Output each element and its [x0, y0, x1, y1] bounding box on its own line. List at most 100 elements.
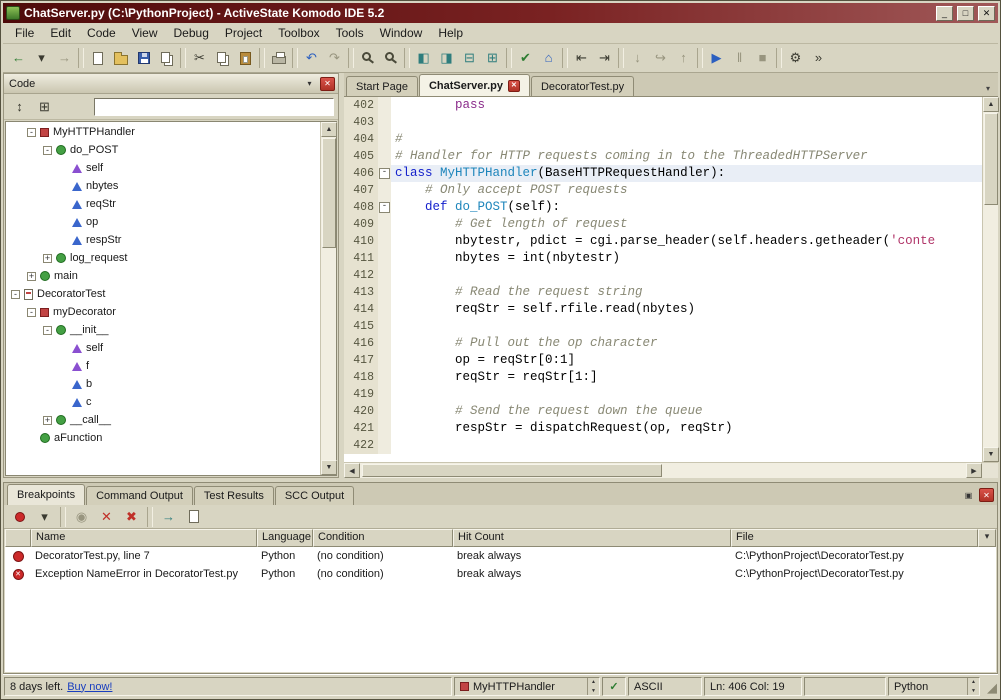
tree-item[interactable]: aFunction	[6, 429, 320, 447]
fold-margin[interactable]	[378, 114, 391, 131]
code-text[interactable]: # Handler for HTTP requests coming in to…	[391, 148, 982, 165]
spin-down-icon[interactable]: ▼	[968, 687, 979, 696]
column-header-condition[interactable]: Condition	[313, 529, 453, 547]
scope-selector[interactable]: MyHTTPHandler ▲ ▼	[454, 677, 600, 696]
code-text[interactable]: # Pull out the op character	[391, 335, 982, 352]
back-menu-button[interactable]: ▾	[30, 47, 53, 69]
undo-button[interactable]: ↶	[300, 47, 323, 69]
line-number[interactable]: 422	[344, 437, 378, 454]
line-number[interactable]: 404	[344, 131, 378, 148]
column-header-hit-count[interactable]: Hit Count	[453, 529, 731, 547]
toolbox-button[interactable]: ⚙	[784, 47, 807, 69]
line-number[interactable]: 419	[344, 386, 378, 403]
fold-margin[interactable]	[378, 182, 391, 199]
scrollbar-track[interactable]	[662, 463, 966, 478]
code-text[interactable]	[391, 267, 982, 284]
code-text[interactable]: # Get length of request	[391, 216, 982, 233]
menu-item[interactable]: Toolbox	[270, 24, 327, 42]
paste-button[interactable]	[234, 47, 257, 69]
new-breakpoint-menu-button[interactable]: ▾	[33, 506, 56, 528]
line-number[interactable]: 418	[344, 369, 378, 386]
column-header-language[interactable]: Language	[257, 529, 313, 547]
line-number[interactable]: 415	[344, 318, 378, 335]
tree-item[interactable]: self	[6, 159, 320, 177]
scroll-down-icon[interactable]: ▼	[983, 447, 999, 462]
delete-breakpoint-button[interactable]: ✕	[95, 506, 118, 528]
tree-item[interactable]: b	[6, 375, 320, 393]
code-editor[interactable]: 402 pass 403 404 # 405	[344, 97, 982, 462]
line-number[interactable]: 409	[344, 216, 378, 233]
tree-expander-icon[interactable]	[27, 308, 36, 317]
tree-item[interactable]: reqStr	[6, 195, 320, 213]
editor-vertical-scrollbar[interactable]: ▲ ▼	[982, 97, 998, 462]
editor-tab[interactable]: ChatServer.py ✕	[419, 74, 530, 96]
close-button[interactable]: ✕	[978, 6, 995, 21]
fold-margin[interactable]	[378, 352, 391, 369]
new-file-button[interactable]	[86, 47, 109, 69]
line-number[interactable]: 410	[344, 233, 378, 250]
fold-margin[interactable]	[378, 386, 391, 403]
language-spinner[interactable]: ▲ ▼	[967, 678, 979, 695]
line-number[interactable]: 408	[344, 199, 378, 216]
fold-margin[interactable]	[378, 216, 391, 233]
line-number[interactable]: 417	[344, 352, 378, 369]
cut-button[interactable]: ✂	[188, 47, 211, 69]
column-picker-button[interactable]: ▾	[978, 529, 996, 547]
sort-button[interactable]: ↕	[8, 96, 31, 118]
tree-item[interactable]: op	[6, 213, 320, 231]
tree-expander-icon[interactable]	[11, 290, 20, 299]
code-text[interactable]	[391, 114, 982, 131]
code-text[interactable]	[391, 318, 982, 335]
fold-margin[interactable]	[378, 420, 391, 437]
code-text[interactable]: reqStr = self.rfile.read(nbytes)	[391, 301, 982, 318]
encoding-indicator[interactable]: ASCII	[628, 677, 702, 696]
save-all-button[interactable]	[155, 47, 178, 69]
breakpoint-row[interactable]: DecoratorTest.py, line 7 Python (no cond…	[5, 547, 996, 565]
fold-margin[interactable]	[378, 403, 391, 420]
column-header-name[interactable]: Name	[31, 529, 257, 547]
code-text[interactable]: # Send the request down the queue	[391, 403, 982, 420]
scrollbar-track[interactable]	[983, 206, 998, 447]
tree-item[interactable]: do_POST	[6, 141, 320, 159]
menu-item[interactable]: Help	[430, 24, 471, 42]
scrollbar-thumb[interactable]	[984, 113, 998, 205]
code-text[interactable]: nbytes = int(nbytestr)	[391, 250, 982, 267]
tree-item[interactable]: f	[6, 357, 320, 375]
resize-grip[interactable]: ◢	[982, 677, 997, 696]
scrollbar-thumb[interactable]	[362, 464, 662, 477]
new-breakpoint-button[interactable]	[8, 506, 31, 528]
tree-scrollbar[interactable]: ▲ ▼	[320, 122, 336, 475]
save-button[interactable]	[132, 47, 155, 69]
step-in-button[interactable]: ↓	[626, 47, 649, 69]
bottom-tab[interactable]: SCC Output	[275, 486, 354, 505]
step-out-button[interactable]: ↑	[672, 47, 695, 69]
breakpoint-properties-button[interactable]	[182, 506, 205, 528]
tree-expander-icon[interactable]	[27, 128, 36, 137]
menu-item[interactable]: Tools	[328, 24, 372, 42]
tree-item[interactable]: myDecorator	[6, 303, 320, 321]
menu-item[interactable]: Project	[217, 24, 270, 42]
line-number[interactable]: 403	[344, 114, 378, 131]
step-over-button[interactable]: ↪	[649, 47, 672, 69]
fold-margin[interactable]	[378, 284, 391, 301]
tree-item[interactable]: DecoratorTest	[6, 285, 320, 303]
code-text[interactable]	[391, 386, 982, 403]
tab-list-icon[interactable]: ▾	[980, 80, 996, 96]
bottom-tab[interactable]: Breakpoints	[7, 484, 85, 505]
scroll-up-icon[interactable]: ▲	[983, 97, 999, 112]
fold-margin[interactable]	[378, 97, 391, 114]
fold-margin[interactable]	[378, 369, 391, 386]
go-to-source-button[interactable]: →	[157, 506, 180, 528]
fold-margin[interactable]	[378, 233, 391, 250]
tree-item[interactable]: log_request	[6, 249, 320, 267]
column-header-file[interactable]: File	[731, 529, 978, 547]
fold-margin[interactable]	[378, 165, 391, 182]
fold-margin[interactable]	[378, 335, 391, 352]
menu-item[interactable]: File	[7, 24, 42, 42]
code-text[interactable]	[391, 437, 982, 454]
line-number[interactable]: 421	[344, 420, 378, 437]
column-header-icon[interactable]	[5, 529, 31, 547]
fold-margin[interactable]	[378, 199, 391, 216]
check-syntax-button[interactable]: ✔	[514, 47, 537, 69]
editor-horizontal-scrollbar[interactable]: ◀ ▶	[344, 462, 998, 478]
